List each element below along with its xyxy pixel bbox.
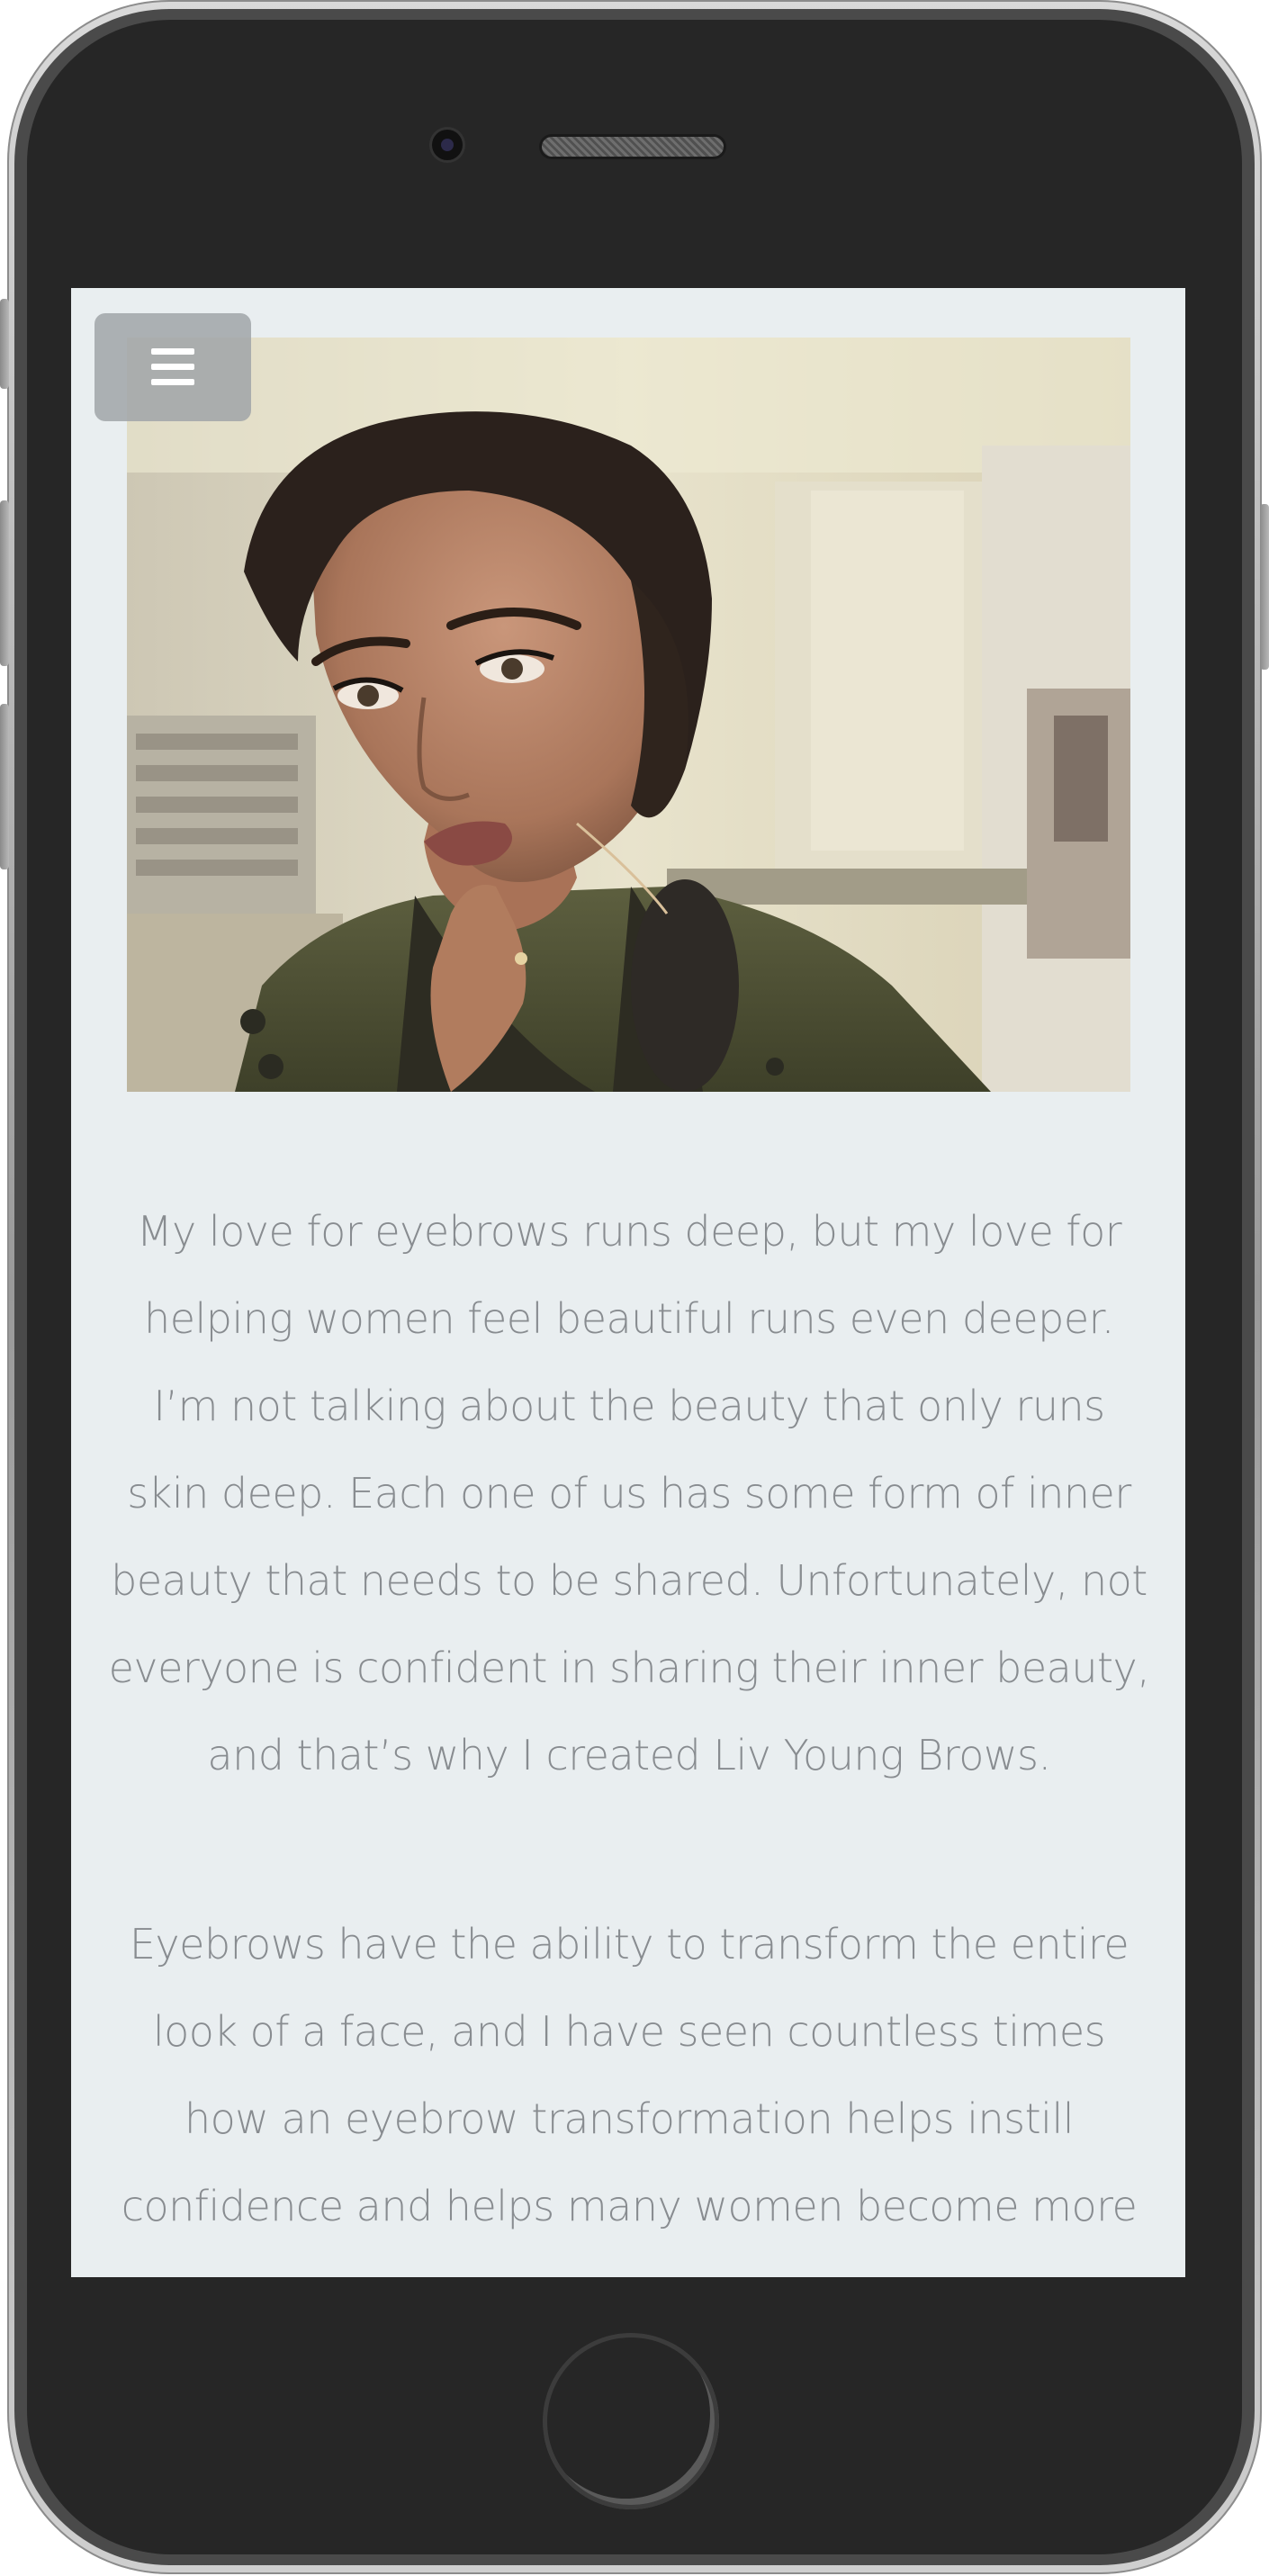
volume-down-button <box>0 704 9 869</box>
article-paragraph-1: My love for eyebrows runs deep, but my l… <box>108 1207 1150 1779</box>
device-screen: My love for eyebrows runs deep, but my l… <box>71 288 1185 2277</box>
front-camera-icon <box>432 130 463 160</box>
hero-photo <box>127 338 1130 1092</box>
article-body: My love for eyebrows runs deep, but my l… <box>107 1188 1151 2277</box>
hamburger-menu-icon <box>151 348 194 386</box>
home-button[interactable] <box>543 2333 719 2509</box>
earpiece-speaker <box>542 137 724 157</box>
mute-switch <box>0 299 9 389</box>
menu-button[interactable] <box>94 313 251 421</box>
portrait-image <box>127 338 1130 1092</box>
power-button <box>1260 504 1269 670</box>
article-paragraph-2: Eyebrows have the ability to transform t… <box>121 1920 1138 2230</box>
volume-up-button <box>0 500 9 666</box>
